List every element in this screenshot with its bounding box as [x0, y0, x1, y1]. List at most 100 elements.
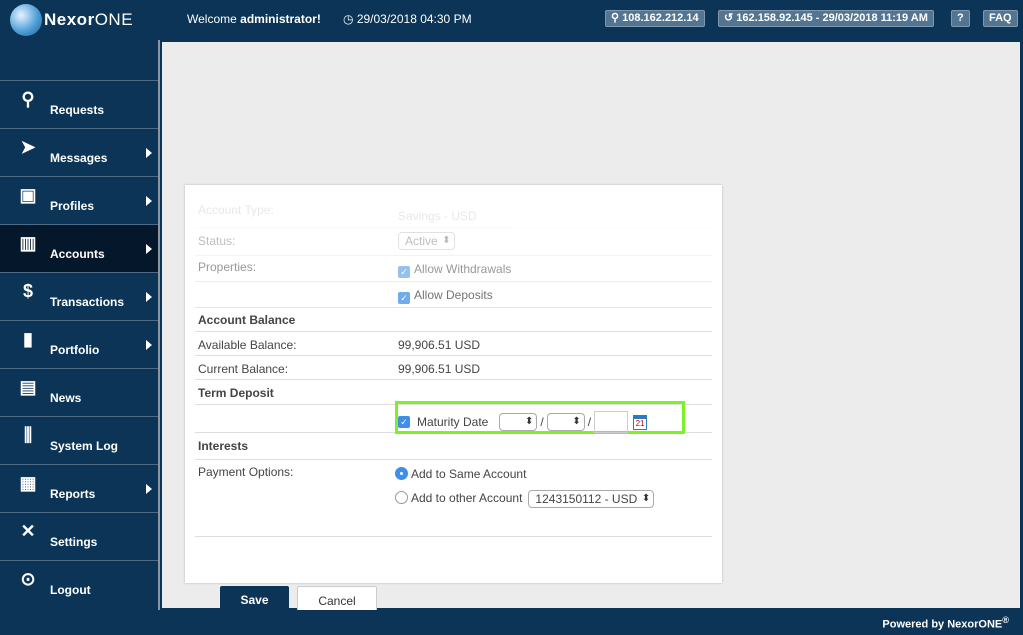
- deposits-row: ✓ Allow Deposits: [195, 282, 712, 308]
- welcome-text: Welcome administrator!: [187, 12, 321, 26]
- sidebar-label: Settings: [50, 534, 98, 549]
- maturity-year-input[interactable]: [594, 411, 629, 433]
- sidebar-label: Requests: [50, 102, 105, 117]
- history-icon: ↺: [724, 12, 737, 24]
- sidebar-label: Transactions: [50, 294, 125, 309]
- status-select[interactable]: Active: [398, 232, 455, 250]
- map-pin-icon: ⚲: [611, 12, 623, 24]
- date-separator: /: [587, 415, 592, 429]
- tools-icon: ✕: [20, 521, 36, 541]
- sidebar-item-accounts[interactable]: ▥ Accounts: [0, 224, 158, 272]
- other-account-radio[interactable]: [395, 491, 408, 505]
- maturity-day-select[interactable]: [499, 413, 538, 431]
- account-form-panel: Account Type: Savings - USD Status: Active…: [185, 185, 722, 616]
- current-label: Current Balance:: [198, 362, 289, 376]
- allow-withdrawals-label: Allow Withdrawals: [414, 262, 512, 276]
- available-label: Available Balance:: [198, 338, 297, 352]
- maturity-row: ✓ Maturity Date / / 21: [195, 401, 712, 434]
- interests-heading-row: Interests: [195, 433, 712, 460]
- sidebar-item-messages[interactable]: ➤ Messages: [0, 128, 158, 176]
- allow-withdrawals-checkbox[interactable]: ✓: [398, 266, 410, 278]
- help-button[interactable]: ?: [951, 10, 970, 27]
- powered-by: Powered by NexorONE®: [882, 615, 1009, 631]
- sidebar-item-news[interactable]: ▤ News: [0, 368, 158, 416]
- calendar-icon[interactable]: 21: [633, 414, 648, 430]
- properties-label: Properties:: [198, 260, 257, 274]
- maturity-date-label: Maturity Date: [417, 415, 489, 429]
- sidebar-item-profiles[interactable]: ▣ Profiles: [0, 176, 158, 224]
- allow-deposits-checkbox[interactable]: ✓: [398, 292, 410, 304]
- footer: Powered by NexorONE®: [0, 610, 1023, 635]
- briefcase-icon: ▮: [23, 329, 33, 349]
- maturity-month-select[interactable]: [546, 413, 585, 431]
- sliders-icon: ⫼: [23, 425, 33, 445]
- sidebar-label: Logout: [50, 582, 91, 597]
- presentation-icon: ▦: [19, 473, 37, 493]
- sidebar-label: Profiles: [50, 198, 95, 213]
- sidebar-item-portfolio[interactable]: ▮ Portfolio: [0, 320, 158, 368]
- other-account-label: Add to other Account: [411, 491, 523, 506]
- last-login-badge[interactable]: ↺ 162.158.92.145 - 29/03/2018 11:19 AM: [718, 10, 934, 27]
- current-balance-row: Current Balance: 99,906.51 USD: [195, 356, 712, 380]
- same-account-label: Add to Same Account: [411, 467, 527, 481]
- datetime-text: 29/03/2018 04:30 PM: [356, 12, 472, 26]
- main-content: Account Type: Savings - USD Status: Active…: [162, 42, 1020, 616]
- top-header: NexorONE Welcome administrator! ◷ 29/03/…: [0, 0, 1023, 40]
- status-row: Status: Active: [195, 228, 712, 256]
- current-datetime: ◷ 29/03/2018 04:30 PM: [343, 12, 472, 26]
- sidebar-item-transactions[interactable]: $ Transactions: [0, 272, 158, 320]
- ip-badge[interactable]: ⚲ 108.162.212.14: [605, 10, 705, 27]
- status-label: Status:: [198, 234, 236, 248]
- sidebar-label: System Log: [50, 438, 119, 453]
- payment-options-row: Payment Options: Add to Same Account Add…: [195, 460, 712, 537]
- clock-icon: ◷: [343, 12, 357, 26]
- chevron-right-icon: [146, 244, 152, 254]
- chevron-right-icon: [146, 340, 152, 350]
- unlock-icon: ⊙: [20, 569, 36, 589]
- username: administrator!: [240, 12, 321, 26]
- radio-icon: ▤: [19, 377, 37, 397]
- sidebar-item-reports[interactable]: ▦ Reports: [0, 464, 158, 512]
- ip-text: 108.162.212.14: [622, 12, 699, 24]
- sidebar-label: Accounts: [50, 246, 105, 261]
- welcome-prefix: Welcome: [187, 12, 241, 26]
- logo-text-one: ONE: [94, 10, 134, 29]
- sidebar-label: Portfolio: [50, 342, 100, 357]
- balance-heading-row: Account Balance: [195, 308, 712, 332]
- last-login-text: 162.158.92.145 - 29/03/2018 11:19 AM: [736, 12, 928, 24]
- money-bag-icon: $: [22, 281, 33, 301]
- allow-deposits-label: Allow Deposits: [414, 288, 493, 302]
- chevron-right-icon: [146, 484, 152, 494]
- other-account-select[interactable]: 1243150112 - USD: [528, 490, 655, 508]
- logo-text: Nexor: [44, 10, 95, 29]
- properties-row: Properties: ✓ Allow Withdrawals: [195, 256, 712, 282]
- chevron-right-icon: [146, 148, 152, 158]
- balance-heading: Account Balance: [198, 313, 296, 327]
- available-balance-row: Available Balance: 99,906.51 USD: [195, 332, 712, 356]
- term-heading: Term Deposit: [198, 386, 274, 400]
- interests-heading: Interests: [198, 439, 249, 453]
- binders-icon: ▥: [19, 233, 37, 253]
- sidebar: ⚲ Requests ➤ Messages ▣ Profiles ▥ Accounts …: [0, 40, 160, 610]
- maturity-date-checkbox[interactable]: ✓: [398, 416, 410, 428]
- registered-mark: ®: [1002, 615, 1009, 625]
- chevron-right-icon: [146, 292, 152, 302]
- chevron-right-icon: [146, 196, 152, 206]
- account-type-label: Account Type:: [198, 203, 274, 217]
- sidebar-label: Messages: [50, 150, 108, 165]
- globe-logo-icon: [10, 4, 42, 36]
- same-account-radio[interactable]: [395, 467, 408, 480]
- logo[interactable]: NexorONE: [10, 4, 133, 36]
- current-value: 99,906.51 USD: [398, 362, 481, 376]
- date-separator: /: [540, 415, 544, 429]
- sidebar-label: News: [50, 390, 82, 405]
- sidebar-item-system-log[interactable]: ⫼ System Log: [0, 416, 158, 464]
- paper-plane-icon: ➤: [20, 137, 36, 157]
- powered-by-text: Powered by NexorONE: [882, 618, 1003, 631]
- sidebar-item-requests[interactable]: ⚲ Requests: [0, 80, 158, 128]
- lamp-icon: ⚲: [21, 89, 35, 109]
- sidebar-item-settings[interactable]: ✕ Settings: [0, 512, 158, 560]
- sidebar-item-logout[interactable]: ⊙ Logout: [0, 560, 158, 608]
- payment-options-label: Payment Options:: [198, 465, 294, 479]
- faq-button[interactable]: FAQ: [983, 10, 1018, 27]
